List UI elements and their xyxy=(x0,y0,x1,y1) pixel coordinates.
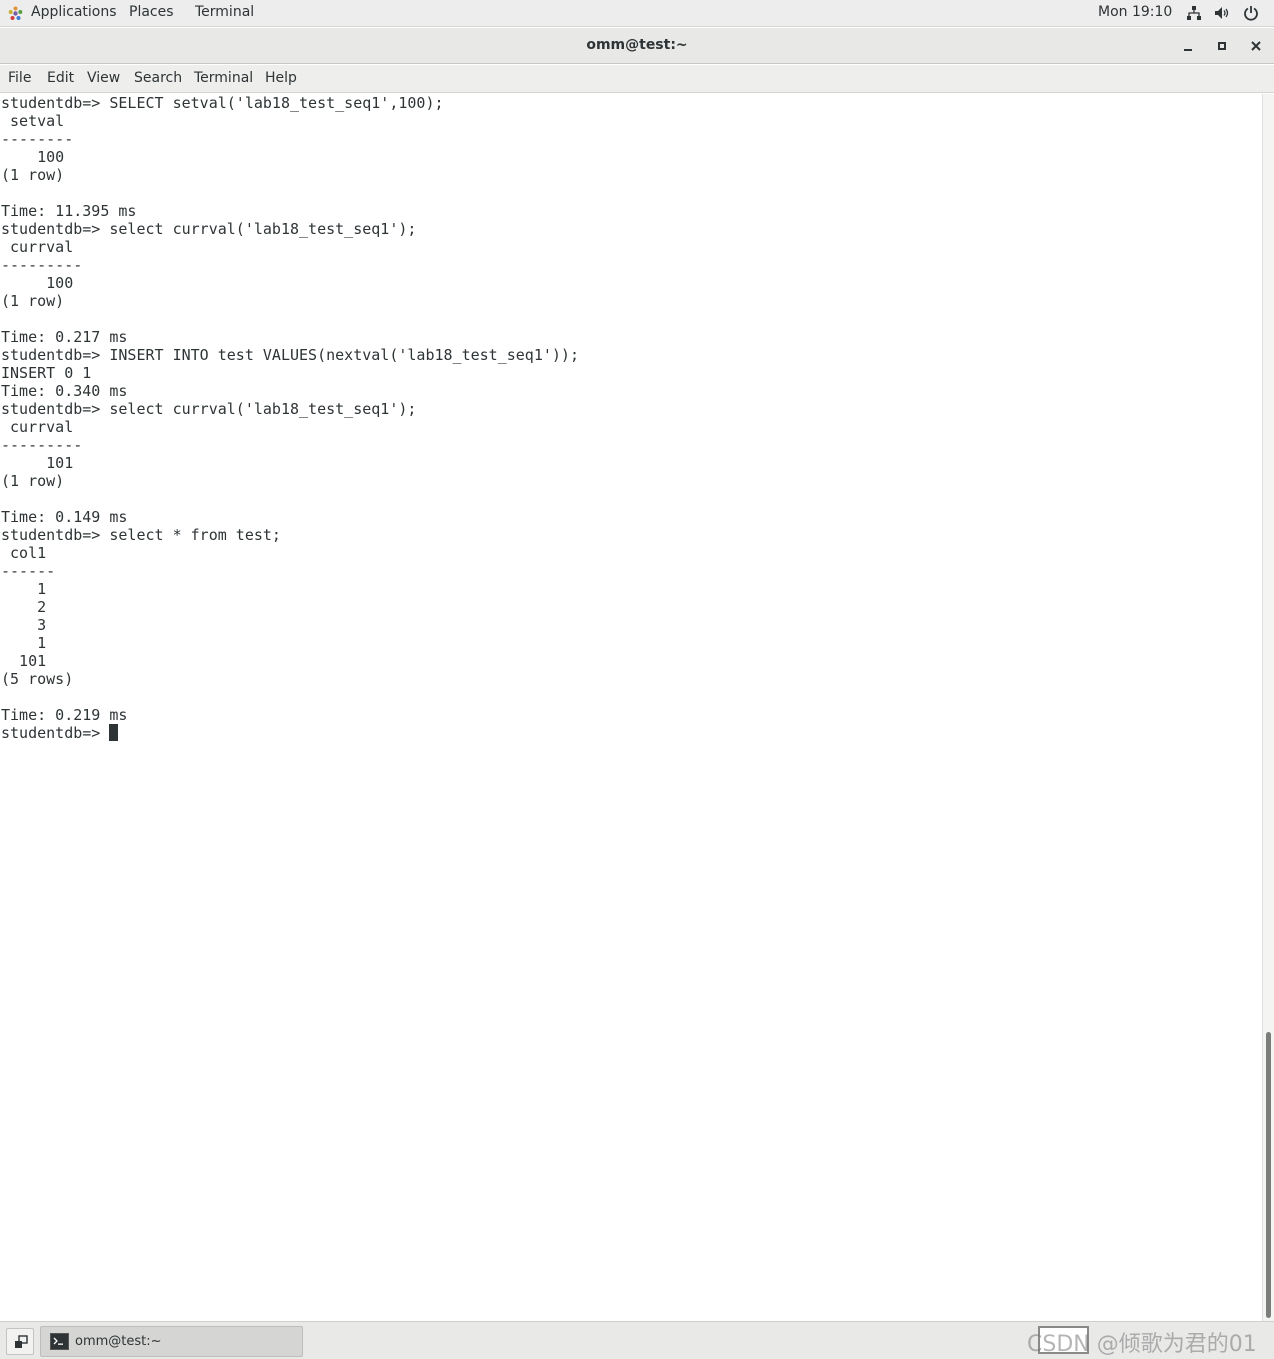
terminal-line: 101 xyxy=(1,652,47,670)
terminal-line: studentdb=> select currval('lab18_test_s… xyxy=(1,400,417,418)
menu-search[interactable]: Search xyxy=(134,70,182,86)
terminal-lines: studentdb=> SELECT setval('lab18_test_se… xyxy=(1,94,579,742)
menubar: File Edit View Search Terminal Help xyxy=(0,65,1274,93)
terminal-icon xyxy=(50,1333,69,1350)
terminal-line: currval xyxy=(1,238,74,256)
terminal-line: 1 xyxy=(1,634,47,652)
terminal-line: studentdb=> select * from test; xyxy=(1,526,281,544)
window-title: omm@test:~ xyxy=(586,37,688,53)
terminal-line: Time: 0.340 ms xyxy=(1,382,128,400)
terminal-line: 100 xyxy=(1,148,65,166)
taskbar-window-button[interactable]: omm@test:~ xyxy=(40,1326,303,1357)
minimize-icon[interactable] xyxy=(1179,37,1197,55)
terminal-line: col1 xyxy=(1,544,47,562)
top-panel: Applications Places Terminal Mon 19:10 xyxy=(0,0,1274,27)
menu-help[interactable]: Help xyxy=(265,70,297,86)
volume-icon[interactable] xyxy=(1214,5,1230,21)
terminal-line: studentdb=> select currval('lab18_test_s… xyxy=(1,220,417,238)
terminal-line: (1 row) xyxy=(1,292,65,310)
applications-menu[interactable]: Applications xyxy=(31,4,117,20)
watermark: CSDN @倾歌为君的01 xyxy=(1027,1332,1257,1357)
terminal-line: setval xyxy=(1,112,65,130)
scrollbar-thumb[interactable] xyxy=(1266,1032,1271,1318)
taskbar-window-label: omm@test:~ xyxy=(75,1334,162,1349)
network-icon[interactable] xyxy=(1186,5,1202,21)
menu-view[interactable]: View xyxy=(87,70,120,86)
places-menu[interactable]: Places xyxy=(129,4,174,20)
terminal-line: (5 rows) xyxy=(1,670,74,688)
terminal-line: studentdb=> SELECT setval('lab18_test_se… xyxy=(1,94,444,112)
show-desktop-button[interactable] xyxy=(6,1328,34,1355)
terminal-line: Time: 0.149 ms xyxy=(1,508,128,526)
taskbar: omm@test:~ CSDN @倾歌为君的01 xyxy=(0,1321,1274,1359)
power-icon[interactable] xyxy=(1243,5,1259,21)
terminal-line: --------- xyxy=(1,256,83,274)
terminal-line: (1 row) xyxy=(1,472,65,490)
terminal-prompt: studentdb=> xyxy=(1,724,110,742)
menu-edit[interactable]: Edit xyxy=(47,70,74,86)
menu-terminal[interactable]: Terminal xyxy=(194,70,253,86)
terminal-output[interactable]: studentdb=> SELECT setval('lab18_test_se… xyxy=(0,94,1262,1321)
window-titlebar[interactable]: omm@test:~ xyxy=(0,28,1274,64)
terminal-line: 2 xyxy=(1,598,47,616)
maximize-icon[interactable] xyxy=(1213,37,1231,55)
terminal-line: ------ xyxy=(1,562,56,580)
terminal-line: 100 xyxy=(1,274,74,292)
menu-file[interactable]: File xyxy=(8,70,31,86)
terminal-app-menu[interactable]: Terminal xyxy=(195,4,254,20)
show-desktop-icon xyxy=(15,1335,28,1348)
terminal-line: studentdb=> INSERT INTO test VALUES(next… xyxy=(1,346,579,364)
terminal-line: --------- xyxy=(1,436,83,454)
terminal-line: 101 xyxy=(1,454,74,472)
terminal-line: -------- xyxy=(1,130,74,148)
terminal-line: Time: 11.395 ms xyxy=(1,202,137,220)
terminal-line: 1 xyxy=(1,580,47,598)
terminal-cursor xyxy=(109,724,119,741)
terminal-line: INSERT 0 1 xyxy=(1,364,92,382)
terminal-line: currval xyxy=(1,418,74,436)
terminal-line: Time: 0.217 ms xyxy=(1,328,128,346)
applications-icon xyxy=(8,6,23,20)
terminal-line: 3 xyxy=(1,616,47,634)
terminal-line: Time: 0.219 ms xyxy=(1,706,128,724)
close-icon[interactable] xyxy=(1247,37,1265,55)
clock[interactable]: Mon 19:10 xyxy=(1098,4,1172,20)
terminal-line: (1 row) xyxy=(1,166,65,184)
terminal-prompt-line[interactable]: studentdb=> xyxy=(1,724,579,742)
terminal-scrollbar[interactable] xyxy=(1262,94,1274,1321)
